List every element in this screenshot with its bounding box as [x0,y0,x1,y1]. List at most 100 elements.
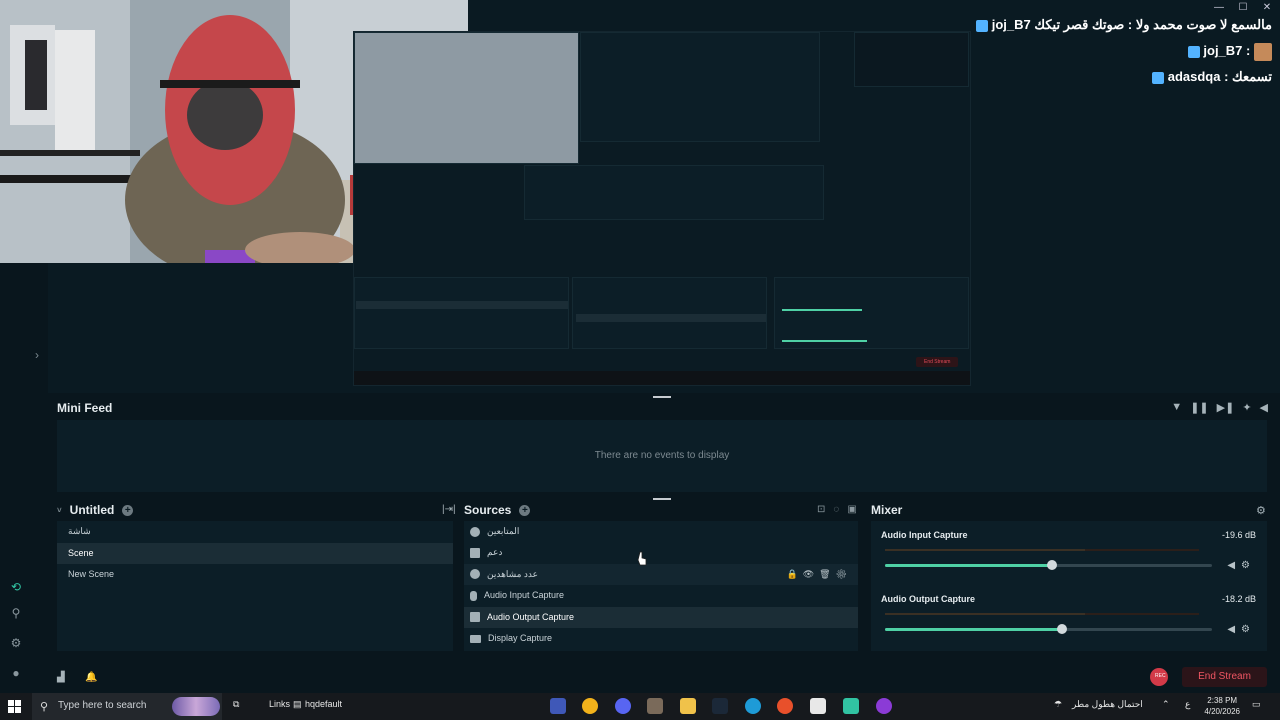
source-label: Display Capture [488,632,553,643]
search-placeholder: Type here to search [58,700,147,711]
chat-text: : [1246,43,1251,58]
channel-db: -18.2 dB [1221,594,1256,604]
minimize-button[interactable]: — [1214,2,1224,13]
sources-list: المتابعين دعم عدد مشاهدين 🔒👁🗑⚙ Audio Inp… [464,521,858,651]
record-button[interactable]: REC [1150,668,1168,686]
search-icon: ⚲ [40,701,49,713]
chrome-icon[interactable] [582,698,598,714]
transition-icon[interactable]: |⇥| [442,504,456,515]
mini-feed-panel: There are no events to display [57,420,1267,492]
performance-icon[interactable]: ▟ [57,672,65,683]
chevron-up-icon[interactable]: ⌃ [1162,699,1170,710]
gear-icon[interactable]: ⚙ [9,636,23,650]
resize-handle[interactable] [653,396,671,398]
maximize-button[interactable]: ☐ [1238,2,1248,13]
chat-username: joj_B7 [991,17,1031,32]
scenes-header: ˅ Untitled + [57,503,134,517]
notification-icon[interactable]: 🔔 [85,672,97,683]
mute-alerts-icon[interactable]: ✦ [1242,401,1251,414]
emote-icon [1254,42,1272,61]
scene-item[interactable]: New Scene [57,564,453,586]
steam-icon[interactable] [712,698,728,714]
weather-text[interactable]: احتمال هطول مطر [1072,699,1143,710]
window-controls: — ☐ ✕ [1214,2,1272,13]
visibility-icon[interactable]: ◌ [833,504,839,515]
channel-controls[interactable]: ◀⚙ [1227,624,1256,635]
channel-name: Audio Input Capture [881,530,968,540]
globe-icon [470,569,480,580]
globe-icon [470,526,480,537]
volume-icon[interactable]: ◀ [1260,401,1268,414]
stream-health-icon[interactable]: ⟲ [9,580,23,594]
scenes-list: شاشة Scene New Scene [57,521,453,651]
volume-meter [885,613,1199,615]
volume-knob[interactable] [1046,560,1057,570]
task-view-icon[interactable]: ⧉ [233,699,239,710]
source-toolbar: ⊡ ◌ ▣ [817,504,857,515]
volume-slider[interactable] [885,624,1212,634]
add-scene-button[interactable]: + [122,504,134,516]
source-item-active[interactable]: Audio Output Capture [464,606,858,628]
folder-icon[interactable]: ▣ [847,504,856,515]
speaker-icon [470,612,480,623]
mixer-title: Mixer [871,503,903,517]
source-item[interactable]: المتابعين [464,521,858,542]
source-label: المتابعين [487,526,520,536]
nested-end-stream: End Stream [924,359,951,365]
source-item[interactable]: Audio Input Capture [464,585,858,606]
nested-preview: End Stream [353,31,971,386]
close-button[interactable]: ✕ [1262,2,1272,13]
app-icon[interactable] [550,698,566,714]
notification-center-icon[interactable]: ▭ [1252,699,1261,710]
filter-icon[interactable]: ▼ [1171,401,1182,414]
source-item[interactable]: دعم [464,542,858,563]
resize-handle[interactable] [653,498,671,500]
scene-item-active[interactable]: Scene [57,542,453,564]
chat-message: : joj_B7 [1032,38,1272,64]
volume-slider[interactable] [885,560,1212,570]
end-stream-button[interactable]: End Stream [1182,667,1267,687]
browser-icon[interactable] [777,698,793,714]
scene-item[interactable]: شاشة [57,521,453,543]
gear-icon[interactable]: ⚙ [1256,504,1266,517]
streamlabs-icon[interactable] [843,698,859,714]
windows-start-icon[interactable] [8,700,22,713]
badge-icon [1187,45,1200,58]
badge-icon [1152,71,1165,84]
left-sidebar: › ⟲ ⚲ ⚙ ● [0,263,48,693]
add-source-button[interactable]: + [519,504,531,516]
user-icon[interactable]: ● [9,666,23,680]
pause-icon[interactable]: ❚❚ [1190,401,1208,414]
channel-controls[interactable]: ◀⚙ [1227,560,1256,571]
folder-icon[interactable] [680,698,696,714]
chevron-right-icon[interactable]: › [35,348,39,362]
source-label: دعم [487,547,503,558]
source-item[interactable]: عدد مشاهدين 🔒👁🗑⚙ [464,563,858,586]
mouse-cursor-icon [637,551,647,566]
file-link[interactable]: hqdefault [305,699,342,709]
source-label: Audio Input Capture [484,590,565,601]
taskbar-search[interactable]: ⚲ Type here to search [32,693,222,720]
chat-username: adasdqa [1167,69,1221,84]
app-icon[interactable] [876,698,892,714]
source-item[interactable]: Display Capture [464,628,858,649]
language-indicator[interactable]: ع [1185,699,1190,710]
chat-message: تسمعك : adasdqa [1032,64,1272,90]
chat-overlay: مالسمع لا صوت محمد ولا : صوتك قصر تيكك j… [976,12,1272,90]
links-toolbar[interactable]: Links [269,699,290,709]
volume-knob[interactable] [1056,624,1067,634]
taskbar-clock[interactable]: 2:38 PM 4/20/2026 [1204,695,1240,717]
skip-icon[interactable]: ▶❚ [1217,401,1235,414]
group-icon[interactable]: ⊡ [817,504,825,515]
streamlabs-app: End Stream — ☐ ✕ مالسمع لا صوت محمد ولا … [0,0,1280,720]
source-label: Audio Output Capture [487,611,575,622]
app-icon[interactable] [810,698,826,714]
source-actions[interactable]: 🔒👁🗑⚙ [787,564,852,585]
chevron-down-icon[interactable]: ˅ [57,506,62,515]
app-icon[interactable] [647,698,663,714]
scene-collection-title[interactable]: Untitled [70,503,115,517]
themes-icon[interactable]: ⚲ [9,606,23,620]
edge-icon[interactable] [745,698,761,714]
discord-icon[interactable] [615,698,631,714]
clock-time: 2:38 PM [1207,696,1238,705]
